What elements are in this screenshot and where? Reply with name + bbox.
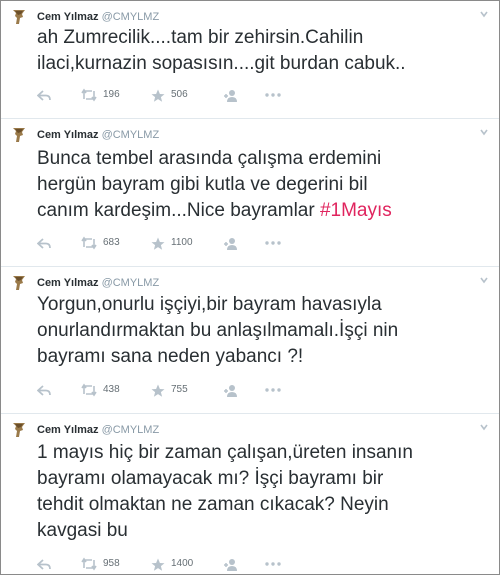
tweet-text-line: onurlandırmaktan bu anlaşılmamalı.İşçi n… (37, 320, 399, 341)
tweet-text: Bunca tembel arasında çalışma erdemini he… (37, 146, 487, 224)
reply-button[interactable] (37, 235, 51, 251)
tweet[interactable]: Cem Yılmaz @CMYLMZ Yorgun,onurlu işçiyi,bi… (1, 267, 499, 414)
tweet-header: Cem Yılmaz @CMYLMZ (37, 275, 159, 291)
retweet-icon (81, 383, 97, 397)
hashtag-link[interactable]: #1Mayıs (320, 200, 392, 221)
favorite-button[interactable]: 1400 (151, 556, 193, 572)
retweet-icon (81, 236, 97, 250)
avatar[interactable] (10, 8, 28, 26)
favorite-count: 1400 (171, 558, 194, 569)
reply-button[interactable] (37, 87, 51, 103)
more-button[interactable] (265, 556, 281, 572)
follow-button[interactable] (223, 235, 238, 251)
tweet-actions: 958 1400 (37, 556, 337, 572)
tweet[interactable]: Cem Yılmaz @CMYLMZ Bunca tembel arasında ç… (1, 119, 499, 267)
follow-button[interactable] (223, 382, 238, 398)
tweet[interactable]: Cem Yılmaz @CMYLMZ ah Zumrecilik....tam bi… (1, 1, 499, 119)
more-button[interactable] (265, 235, 281, 251)
follow-icon (223, 558, 238, 571)
tweet-text-line: Bunca tembel arasında çalışma erdemini (37, 148, 382, 169)
retweet-button[interactable]: 683 (81, 235, 120, 251)
retweet-count: 683 (103, 237, 120, 248)
tweet-text: 1 mayıs hiç bir zaman çalışan,üreten ins… (37, 440, 487, 544)
user-handle[interactable]: @CMYLMZ (102, 424, 160, 436)
favorite-count: 755 (171, 384, 188, 395)
star-icon (151, 384, 165, 397)
follow-button[interactable] (223, 87, 238, 103)
favorite-button[interactable]: 1100 (151, 235, 193, 251)
more-button[interactable] (265, 87, 281, 103)
avatar[interactable] (10, 421, 28, 439)
more-icon (265, 239, 281, 247)
reply-button[interactable] (37, 556, 51, 572)
tweet-text-line: kavgasi bu (37, 520, 128, 541)
retweet-count: 196 (103, 89, 120, 100)
tweet-text-line: ilaci,kurnazin sopasısın....git burdan c… (37, 53, 406, 74)
reply-icon (37, 89, 51, 102)
tweet-header: Cem Yılmaz @CMYLMZ (37, 127, 159, 143)
reply-icon (37, 384, 51, 397)
follow-icon (223, 237, 238, 250)
user-handle[interactable]: @CMYLMZ (102, 277, 160, 289)
retweet-icon (81, 88, 97, 102)
follow-icon (223, 89, 238, 102)
favorite-count: 506 (171, 89, 188, 100)
chevron-down-icon[interactable] (479, 9, 489, 19)
follow-icon (223, 384, 238, 397)
more-icon (265, 560, 281, 568)
more-icon (265, 91, 281, 99)
tweet-text: ah Zumrecilik....tam bir zehirsin.Cahili… (37, 25, 487, 77)
tweet-text-line: ah Zumrecilik....tam bir zehirsin.Cahili… (37, 27, 364, 48)
favorite-button[interactable]: 755 (151, 382, 188, 398)
star-icon (151, 89, 165, 102)
user-name[interactable]: Cem Yılmaz (37, 277, 99, 289)
chevron-down-icon[interactable] (479, 422, 489, 432)
tweet-text-line: Yorgun,onurlu işçiyi,bir bayram havasıyl… (37, 294, 382, 315)
chevron-down-icon[interactable] (479, 127, 489, 137)
tweet-text-line: tehdit olmaktan ne zaman cıkacak? Neyin (37, 494, 389, 515)
retweet-button[interactable]: 438 (81, 382, 120, 398)
tweet[interactable]: Cem Yılmaz @CMYLMZ 1 mayıs hiç bir zaman ç… (1, 414, 499, 574)
tweet-text: Yorgun,onurlu işçiyi,bir bayram havasıyl… (37, 292, 487, 370)
favorite-button[interactable]: 506 (151, 87, 188, 103)
tweet-text-line: hergün bayram gibi kutla ve degerini bil (37, 174, 368, 195)
more-icon (265, 386, 281, 394)
user-name[interactable]: Cem Yılmaz (37, 11, 99, 23)
tweet-text-line: 1 mayıs hiç bir zaman çalışan,üreten ins… (37, 442, 413, 463)
reply-button[interactable] (37, 382, 51, 398)
more-button[interactable] (265, 382, 281, 398)
retweet-count: 438 (103, 384, 120, 395)
tweet-text-line: bayramı sana neden yabancı ?! (37, 346, 304, 367)
retweet-icon (81, 557, 97, 571)
tweet-header: Cem Yılmaz @CMYLMZ (37, 422, 159, 438)
tweet-actions: 683 1100 (37, 235, 337, 251)
tweet-timeline: Cem Yılmaz @CMYLMZ ah Zumrecilik....tam bi… (0, 0, 500, 575)
tweet-actions: 438 755 (37, 382, 337, 398)
reply-icon (37, 558, 51, 571)
user-handle[interactable]: @CMYLMZ (102, 11, 160, 23)
avatar[interactable] (10, 126, 28, 144)
user-name[interactable]: Cem Yılmaz (37, 424, 99, 436)
avatar[interactable] (10, 274, 28, 292)
retweet-button[interactable]: 196 (81, 87, 120, 103)
star-icon (151, 237, 165, 250)
follow-button[interactable] (223, 556, 238, 572)
chevron-down-icon[interactable] (479, 275, 489, 285)
user-handle[interactable]: @CMYLMZ (102, 129, 160, 141)
user-name[interactable]: Cem Yılmaz (37, 129, 99, 141)
retweet-count: 958 (103, 558, 120, 569)
tweet-actions: 196 506 (37, 87, 337, 103)
reply-icon (37, 237, 51, 250)
star-icon (151, 558, 165, 571)
retweet-button[interactable]: 958 (81, 556, 120, 572)
tweet-header: Cem Yılmaz @CMYLMZ (37, 9, 159, 25)
favorite-count: 1100 (171, 237, 193, 248)
tweet-text-line: bayramı olamayacak mı? İşçi bayramı bir (37, 468, 384, 489)
tweet-text-line: canım kardeşim...Nice bayramlar (37, 200, 320, 221)
